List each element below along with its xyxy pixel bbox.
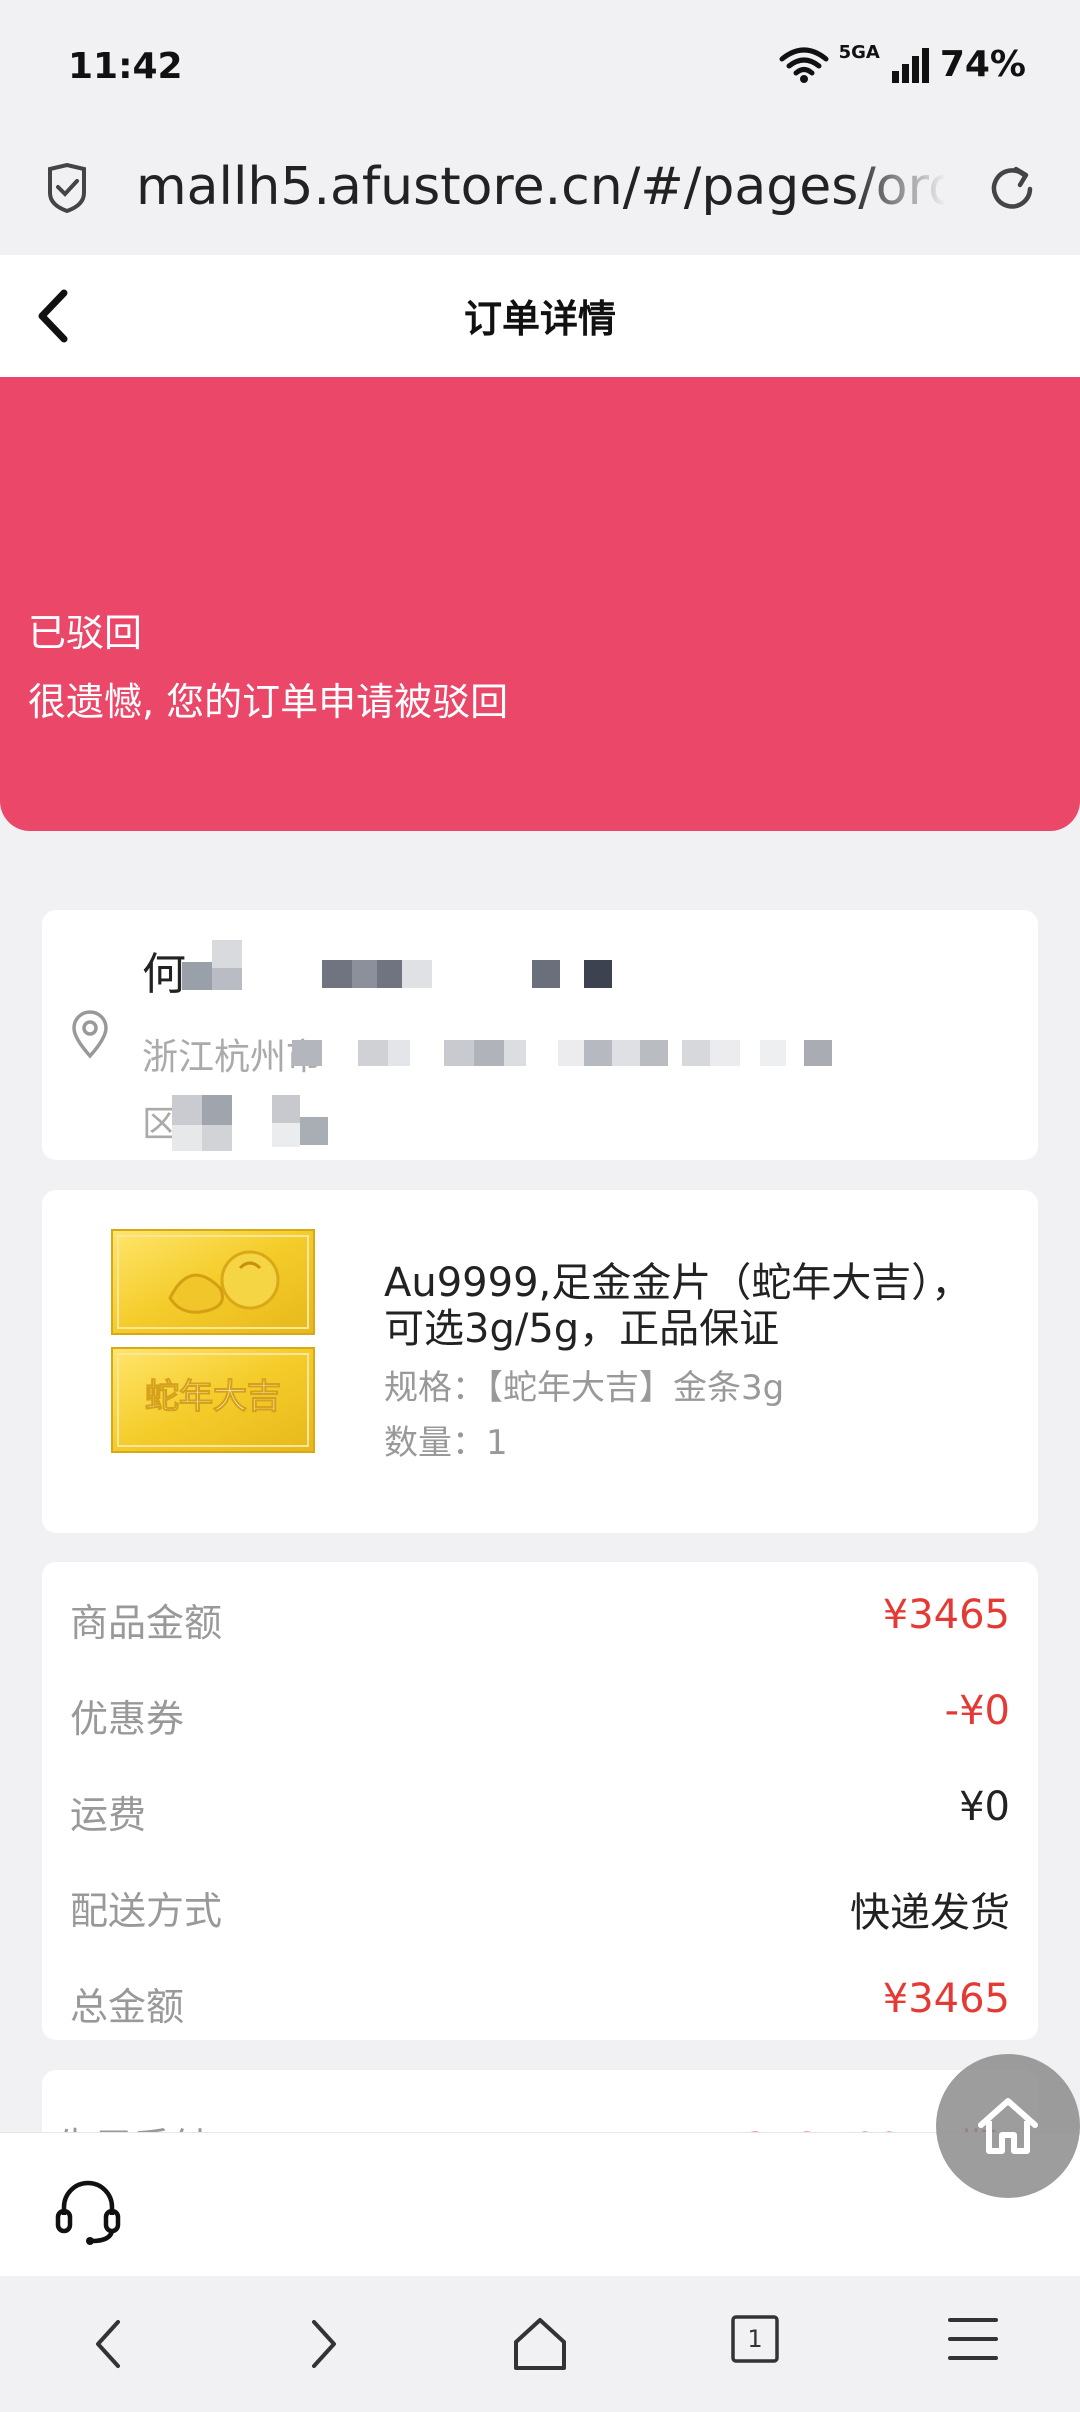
customer-service-headset-icon[interactable]	[52, 2175, 124, 2247]
location-pin-icon	[72, 1010, 108, 1059]
order-status-banner: 已驳回 很遗憾, 您的订单申请被驳回	[0, 377, 1080, 831]
summary-row-coupon: 优惠券 -¥0	[70, 1688, 1010, 1748]
product-card[interactable]: 蛇年大吉 Au9999,足金金片（蛇年大吉），可选3g/5g，正品保证 规格：【…	[42, 1190, 1038, 1533]
status-time: 11:42	[68, 46, 183, 87]
home-floating-button[interactable]	[936, 2054, 1080, 2198]
address-card[interactable]: 何 浙江杭州市 区	[42, 910, 1038, 1160]
summary-value: 快递发货	[850, 1890, 1010, 1936]
privacy-mosaic	[172, 1095, 362, 1160]
page-header: 订单详情	[0, 255, 1080, 377]
nav-back-icon[interactable]	[84, 2314, 134, 2374]
summary-value: ¥3465	[882, 1592, 1010, 1638]
product-spec: 规格：【蛇年大吉】金条3g	[384, 1368, 785, 1408]
summary-row-goods-amount: 商品金额 ¥3465	[70, 1592, 1010, 1652]
summary-row-delivery-method: 配送方式 快递发货	[70, 1880, 1010, 1940]
wifi-icon	[779, 47, 829, 83]
signal-icon	[891, 47, 929, 83]
nav-menu-icon[interactable]	[946, 2314, 1000, 2364]
privacy-mosaic	[292, 1040, 1012, 1070]
summary-label: 配送方式	[70, 1889, 223, 1933]
summary-row-shipping: 运费 ¥0	[70, 1784, 1010, 1844]
summary-value: ¥0	[959, 1784, 1010, 1830]
nav-tabs-button[interactable]: 1	[730, 2314, 780, 2364]
product-image: 蛇年大吉	[110, 1228, 316, 1454]
privacy-mosaic	[322, 960, 652, 990]
summary-value: -¥0	[944, 1688, 1010, 1734]
battery-level: 74%	[939, 44, 1026, 85]
page-title: 订单详情	[463, 297, 616, 341]
order-summary: 商品金额 ¥3465 优惠券 -¥0 运费 ¥0 配送方式 快递发货 总金额 ¥…	[42, 1562, 1038, 2040]
recipient-name: 何	[142, 949, 186, 1000]
reload-icon[interactable]	[984, 161, 1040, 217]
product-name: Au9999,足金金片（蛇年大吉），可选3g/5g，正品保证	[384, 1260, 972, 1352]
privacy-mosaic	[182, 940, 272, 1000]
product-image-text: 蛇年大吉	[145, 1377, 281, 1417]
product-quantity: 数量：1	[384, 1423, 508, 1463]
home-icon	[978, 2098, 1038, 2154]
summary-label: 优惠券	[70, 1697, 185, 1741]
summary-value: ¥3465	[882, 1976, 1010, 2022]
summary-label: 总金额	[70, 1985, 185, 2029]
shield-check-icon[interactable]	[46, 163, 88, 213]
summary-row-total: 总金额 ¥3465	[70, 1976, 1010, 2036]
nav-home-icon[interactable]	[510, 2314, 570, 2374]
order-status: 已驳回	[28, 611, 143, 655]
bottom-action-bar	[0, 2132, 1080, 2276]
tab-count: 1	[747, 2325, 763, 2353]
status-icons: 5GA 74%	[779, 42, 1026, 85]
summary-label: 运费	[70, 1793, 147, 1837]
browser-nav-bar: 1	[0, 2276, 1080, 2412]
nav-forward-icon[interactable]	[298, 2314, 348, 2374]
url-address-field[interactable]: mallh5.afustore.cn/#/pages/order	[136, 157, 946, 217]
summary-label: 商品金额	[70, 1601, 223, 1645]
browser-url-bar: mallh5.afustore.cn/#/pages/order	[0, 135, 1080, 255]
status-bar: 11:42 5GA 74%	[0, 0, 1080, 135]
order-status-message: 很遗憾, 您的订单申请被驳回	[28, 680, 509, 724]
network-label: 5GA	[838, 42, 880, 63]
